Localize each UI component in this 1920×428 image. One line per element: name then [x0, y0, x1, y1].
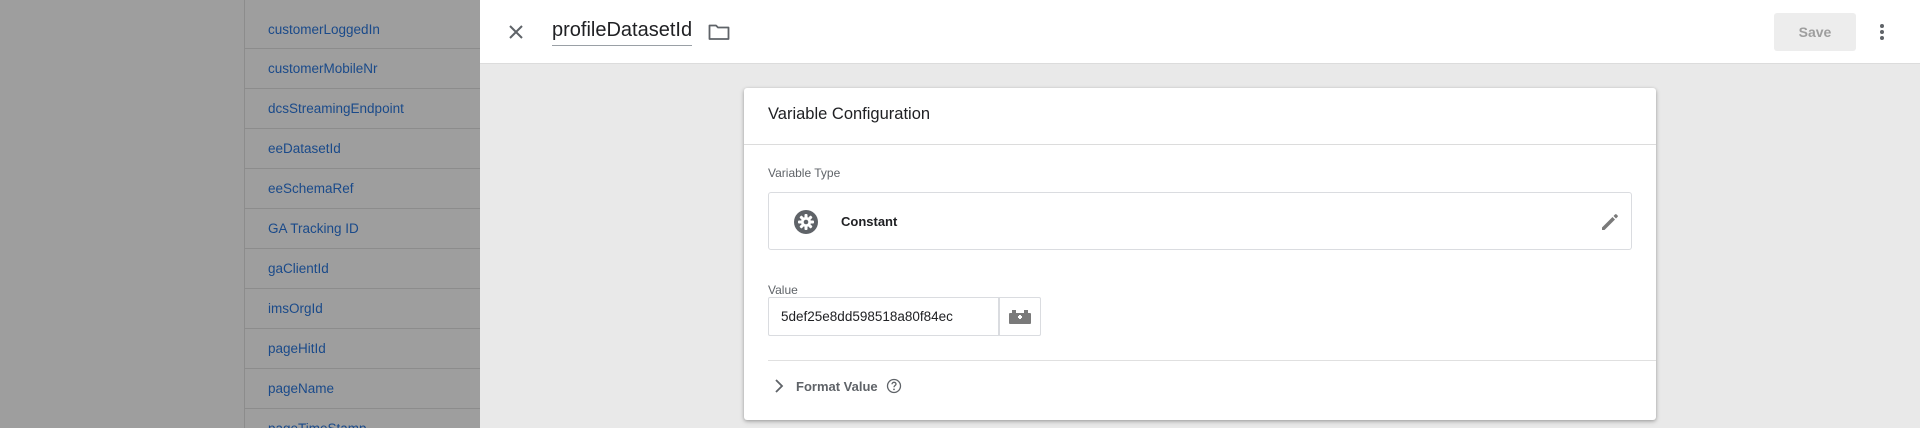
list-item: pageName [245, 369, 480, 409]
panel-header: profileDatasetId Save [480, 0, 1920, 64]
insert-variable-button[interactable] [999, 297, 1041, 336]
card-divider [744, 144, 1656, 145]
list-item: eeSchemaRef [245, 169, 480, 209]
list-item: GA Tracking ID [245, 209, 480, 249]
folder-icon [708, 24, 730, 40]
close-icon [509, 25, 523, 39]
list-item: customerMobileNr [245, 49, 480, 89]
pencil-icon[interactable] [1599, 211, 1621, 233]
list-item: pageTimeStamp [245, 409, 480, 428]
list-item: gaClientId [245, 249, 480, 289]
variable-type-label: Variable Type [768, 166, 841, 180]
gear-icon [794, 210, 818, 234]
variable-name-title[interactable]: profileDatasetId [552, 19, 693, 46]
value-label: Value [768, 283, 798, 297]
save-button[interactable]: Save [1774, 13, 1856, 51]
list-item: eeDatasetId [245, 129, 480, 169]
list-item: dcsStreamingEndpoint [245, 89, 480, 129]
variable-configuration-card: Variable Configuration Variable Type Con… [744, 88, 1656, 420]
variable-type-name: Constant [841, 214, 898, 229]
list-item: pageHitId [245, 329, 480, 369]
chevron-right-icon [775, 379, 784, 393]
close-button[interactable] [502, 18, 530, 46]
format-value-toggle[interactable]: Format Value [774, 374, 902, 398]
card-title: Variable Configuration [768, 105, 931, 123]
variable-editor-panel: profileDatasetId Save Variable Configura… [480, 0, 1920, 428]
variable-block-icon [1009, 309, 1031, 324]
section-divider [768, 360, 1656, 361]
background-variable-list: customerLoggedIn customerMobileNr dcsStr… [244, 0, 480, 428]
variable-type-selector[interactable]: Constant [768, 192, 1632, 250]
format-value-label: Format Value [796, 378, 878, 394]
value-input[interactable] [768, 297, 999, 336]
more-options-button[interactable] [1872, 18, 1892, 46]
folder-button[interactable] [706, 20, 732, 44]
list-item: customerLoggedIn [245, 0, 480, 49]
help-icon[interactable] [886, 378, 902, 394]
list-item: imsOrgId [245, 289, 480, 329]
background-sidebar [0, 0, 244, 428]
more-vert-icon [1880, 24, 1884, 40]
